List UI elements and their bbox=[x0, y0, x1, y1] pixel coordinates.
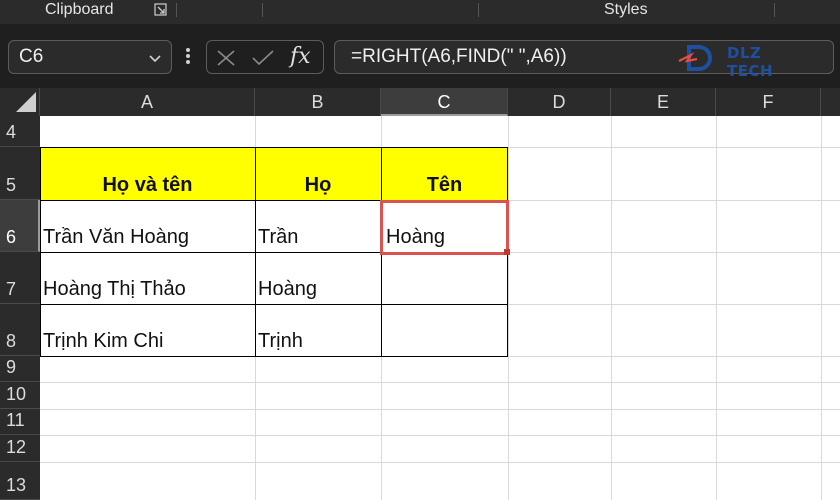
insert-function-icon[interactable]: fx bbox=[290, 44, 311, 69]
column-header-f[interactable]: F bbox=[716, 88, 821, 116]
select-all-corner[interactable] bbox=[0, 88, 40, 116]
cell-a7[interactable]: Hoàng Thị Thảo bbox=[43, 278, 186, 301]
table-border bbox=[40, 147, 508, 148]
logo-text: DLZ TECH bbox=[727, 44, 774, 80]
cell-a5[interactable]: Họ và tên bbox=[40, 174, 255, 197]
row-header-13[interactable]: 13 bbox=[0, 462, 40, 500]
formula-bar-area: C6 fx =RIGHT(A6,FIND(" ",A6)) DLZ TECH bbox=[0, 24, 840, 88]
row-header-11[interactable]: 11 bbox=[0, 409, 40, 435]
ribbon: Clipboard Styles bbox=[0, 0, 840, 25]
row-header-9[interactable]: 9 bbox=[0, 356, 40, 382]
ribbon-divider bbox=[262, 3, 263, 17]
select-all-icon[interactable] bbox=[0, 88, 40, 116]
row-header-6[interactable]: 6 bbox=[0, 200, 40, 252]
cell-b8[interactable]: Trịnh bbox=[258, 330, 303, 353]
row-header-8[interactable]: 8 bbox=[0, 304, 40, 356]
ribbon-divider bbox=[176, 3, 177, 17]
gridline bbox=[40, 382, 840, 383]
gridline bbox=[508, 116, 509, 500]
cancel-icon[interactable] bbox=[215, 49, 237, 67]
name-box-value: C6 bbox=[19, 46, 44, 67]
fill-handle[interactable] bbox=[504, 249, 510, 255]
cell-b7[interactable]: Hoàng bbox=[258, 278, 317, 301]
row-header-12[interactable]: 12 bbox=[0, 435, 40, 462]
cell-b5[interactable]: Họ bbox=[255, 174, 381, 197]
gridline bbox=[821, 116, 822, 500]
column-header-c[interactable]: C bbox=[381, 88, 508, 116]
column-header-g[interactable] bbox=[821, 88, 840, 116]
row-header-5[interactable]: 5 bbox=[0, 147, 40, 200]
dlz-tech-logo: DLZ TECH bbox=[675, 41, 809, 80]
table-border bbox=[40, 356, 508, 357]
gridline bbox=[611, 116, 612, 500]
gridline bbox=[716, 116, 717, 500]
gridline bbox=[40, 435, 840, 436]
active-cell-selection bbox=[380, 200, 509, 255]
column-header-b[interactable]: B bbox=[255, 88, 381, 116]
enter-check-icon[interactable] bbox=[251, 49, 275, 67]
row-header-10[interactable]: 10 bbox=[0, 382, 40, 409]
table-border bbox=[40, 304, 508, 305]
more-options-icon[interactable] bbox=[184, 46, 192, 66]
column-header-d[interactable]: D bbox=[508, 88, 611, 116]
cell-b6[interactable]: Trần bbox=[258, 226, 298, 249]
styles-group-label: Styles bbox=[604, 1, 648, 18]
column-header-e[interactable]: E bbox=[611, 88, 716, 116]
row-header-4[interactable]: 4 bbox=[0, 116, 40, 147]
ribbon-divider bbox=[478, 3, 479, 17]
gridline bbox=[40, 409, 840, 410]
row-header-7[interactable]: 7 bbox=[0, 252, 40, 304]
column-header-a[interactable]: A bbox=[40, 88, 255, 116]
dlz-logo-mark bbox=[678, 45, 712, 71]
gridline bbox=[40, 462, 840, 463]
clipboard-group-label: Clipboard bbox=[45, 1, 114, 18]
cell-c5[interactable]: Tên bbox=[381, 174, 508, 197]
ribbon-divider bbox=[774, 3, 775, 17]
formula-text: =RIGHT(A6,FIND(" ",A6)) bbox=[351, 46, 567, 67]
cell-a8[interactable]: Trịnh Kim Chi bbox=[43, 330, 163, 353]
chevron-down-icon[interactable] bbox=[147, 50, 163, 66]
formula-input[interactable]: =RIGHT(A6,FIND(" ",A6)) DLZ TECH bbox=[334, 40, 834, 80]
spreadsheet-grid: A B C D E F 4 5 6 7 8 9 10 11 12 13 Họ v… bbox=[0, 88, 840, 500]
name-box[interactable]: C6 bbox=[8, 40, 172, 74]
dialog-launcher-icon[interactable] bbox=[154, 3, 167, 16]
cell-a6[interactable]: Trần Văn Hoàng bbox=[43, 226, 189, 249]
